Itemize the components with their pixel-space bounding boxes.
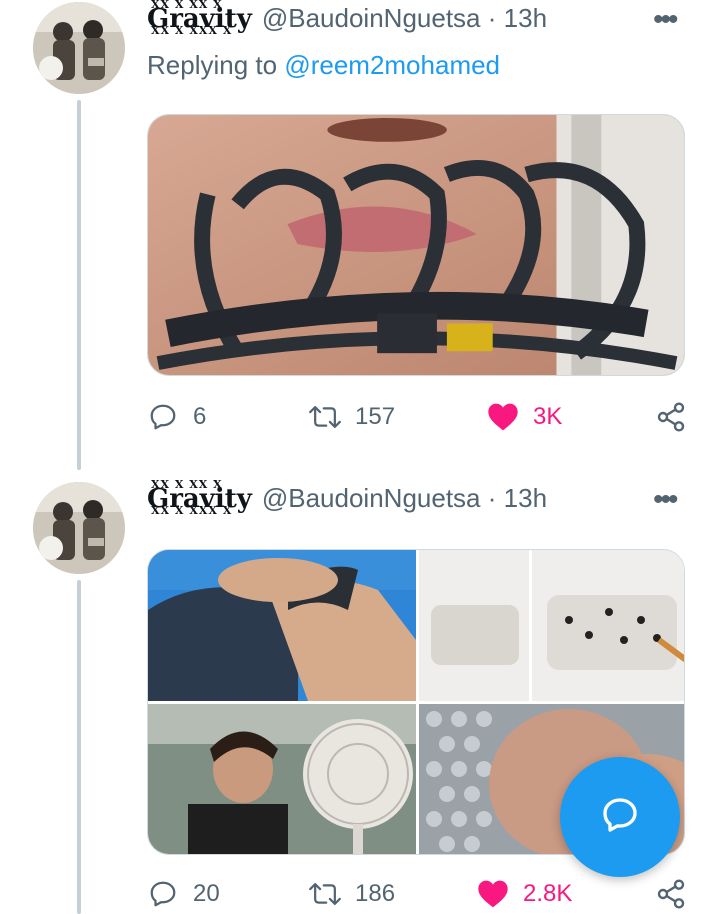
reply-count: 6 — [193, 403, 207, 430]
replying-to-label: Replying to — [147, 50, 278, 80]
share-button[interactable] — [655, 397, 687, 437]
like-count: 3K — [533, 403, 563, 430]
more-icon[interactable]: ••• — [653, 485, 678, 515]
name-decoration: XX X XX X — [151, 0, 223, 11]
avatar-image — [33, 482, 125, 574]
name-decoration: XX X XX X — [151, 478, 223, 491]
reply-count: 20 — [193, 880, 220, 907]
replying-to: Replying to @reem2mohamed — [147, 50, 500, 81]
photo-mouth-cage — [148, 115, 684, 375]
heart-icon — [487, 401, 519, 433]
share-icon — [655, 878, 687, 910]
avatar[interactable] — [33, 482, 125, 574]
separator: · — [487, 3, 497, 33]
tweet-header: XX X XX X Gravity XX X XXX X @BaudoinNgu… — [147, 0, 547, 37]
share-button[interactable] — [655, 874, 687, 914]
like-count: 2.8K — [523, 880, 573, 907]
retweet-icon — [309, 878, 341, 910]
reply-icon — [147, 878, 179, 910]
share-icon — [655, 401, 687, 433]
tweet-image-1[interactable] — [148, 550, 416, 701]
name-decoration: XX X XXX X — [151, 504, 233, 517]
display-name[interactable]: XX X XX X Gravity XX X XXX X — [147, 479, 252, 517]
like-button[interactable]: 2.8K — [477, 874, 572, 914]
retweet-icon — [309, 401, 341, 433]
user-handle[interactable]: @BaudoinNguetsa — [262, 483, 481, 513]
tweet-image-2[interactable] — [419, 550, 684, 701]
more-icon[interactable]: ••• — [653, 5, 678, 35]
retweet-button[interactable]: 186 — [309, 874, 395, 914]
compose-reply-button[interactable] — [560, 757, 680, 877]
photo-man-fan — [148, 704, 416, 854]
avatar-image — [33, 2, 125, 94]
retweet-count: 186 — [355, 880, 396, 907]
reply-icon — [147, 401, 179, 433]
tweet-actions: 20 186 2.8K — [147, 874, 692, 914]
user-handle[interactable]: @BaudoinNguetsa — [262, 3, 481, 33]
photo-chalk — [419, 550, 684, 701]
reply-button[interactable]: 6 — [147, 397, 206, 437]
avatar[interactable] — [33, 2, 125, 94]
mention-link[interactable]: @reem2mohamed — [284, 50, 500, 80]
timestamp[interactable]: 13h — [504, 3, 547, 33]
separator: · — [487, 483, 497, 513]
heart-icon — [477, 878, 509, 910]
tweet-actions: 6 157 3K — [147, 397, 692, 437]
name-decoration: XX X XXX X — [151, 24, 233, 37]
reply-button[interactable]: 20 — [147, 874, 220, 914]
compose-reply-icon — [600, 795, 640, 840]
tweet-header: XX X XX X Gravity XX X XXX X @BaudoinNgu… — [147, 479, 547, 517]
tweet-image[interactable] — [147, 114, 685, 376]
retweet-button[interactable]: 157 — [309, 397, 395, 437]
thread-line — [77, 100, 81, 470]
timestamp[interactable]: 13h — [504, 483, 547, 513]
retweet-count: 157 — [355, 403, 396, 430]
display-name[interactable]: XX X XX X Gravity XX X XXX X — [147, 0, 252, 37]
photo-velcro — [148, 550, 416, 701]
tweet-image-3[interactable] — [148, 704, 416, 854]
thread-line — [77, 580, 81, 914]
like-button[interactable]: 3K — [487, 397, 562, 437]
